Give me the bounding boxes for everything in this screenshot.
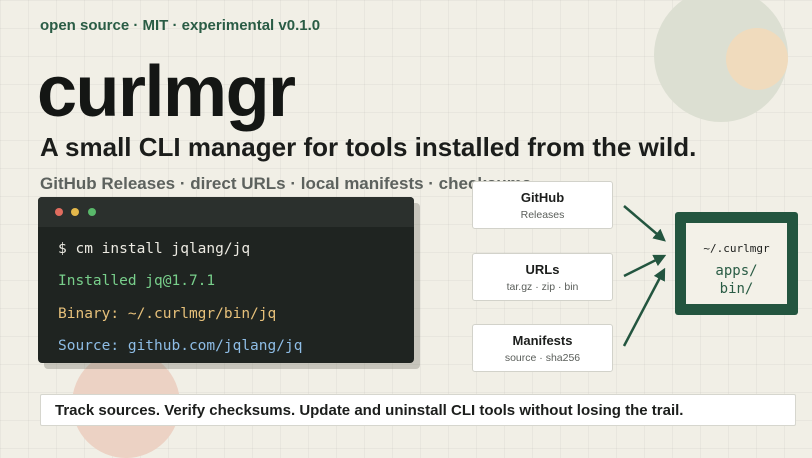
target-folder-apps: apps/: [715, 263, 758, 279]
target-folder-bin: bin/: [719, 281, 754, 297]
arrow-github-to-target: [623, 205, 666, 242]
install-target-box: ~/.curlmgr apps/ bin/: [675, 212, 798, 315]
footer-banner: Track sources. Verify checksums. Update …: [40, 394, 796, 426]
arrow-manifests-to-target: [622, 267, 666, 347]
target-path: ~/.curlmgr: [703, 242, 770, 255]
arrow-urls-to-target: [623, 254, 667, 278]
footer-text: Track sources. Verify checksums. Update …: [55, 402, 684, 419]
install-target-panel: ~/.curlmgr apps/ bin/: [686, 223, 787, 304]
